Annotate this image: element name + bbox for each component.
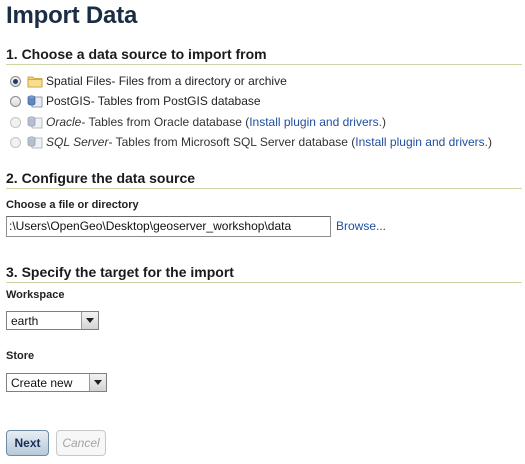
section-heading-configure: 2. Configure the data source (6, 170, 522, 189)
source-desc: - Tables from PostGIS database (90, 94, 261, 108)
page-title: Import Data (6, 2, 138, 29)
source-name: Oracle (46, 115, 82, 129)
source-option-sql-server: SQL Server - Tables from Microsoft SQL S… (10, 133, 492, 151)
section-heading-target: 3. Specify the target for the import (6, 264, 522, 283)
file-field-label: Choose a file or directory (6, 199, 139, 211)
database-icon (27, 95, 43, 108)
next-button[interactable]: Next (6, 430, 49, 456)
section-heading-source: 1. Choose a data source to import from (6, 46, 522, 65)
source-desc-close: ) (381, 115, 386, 129)
cancel-button: Cancel (56, 430, 106, 456)
source-name: SQL Server (46, 135, 109, 149)
install-plugin-link[interactable]: Install plugin and drivers. (249, 115, 382, 129)
source-desc: - Tables from Oracle database ( (81, 115, 250, 129)
workspace-label: Workspace (6, 289, 65, 301)
source-name: Spatial Files (46, 74, 112, 88)
database-icon (27, 136, 43, 149)
database-icon (27, 116, 43, 129)
workspace-select-value: earth (11, 313, 39, 328)
radio-oracle (10, 116, 21, 128)
source-option-postgis[interactable]: PostGIS - Tables from PostGIS database (10, 92, 261, 110)
store-select[interactable]: Create new (6, 373, 107, 392)
chevron-down-icon[interactable] (81, 312, 98, 329)
store-select-value: Create new (11, 375, 73, 390)
source-option-spatial-files[interactable]: Spatial Files - Files from a directory o… (10, 72, 287, 90)
browse-link[interactable]: Browse... (336, 219, 386, 233)
store-label: Store (6, 350, 35, 362)
workspace-select[interactable]: earth (6, 311, 99, 330)
source-desc: - Tables from Microsoft SQL Server datab… (108, 135, 356, 149)
radio-postgis[interactable] (10, 95, 21, 107)
folder-icon (27, 76, 43, 88)
source-desc: - Files from a directory or archive (111, 74, 287, 88)
radio-spatial-files[interactable] (10, 75, 21, 87)
file-path-input[interactable]: :\Users\OpenGeo\Desktop\geoserver_worksh… (6, 216, 331, 237)
source-name: PostGIS (46, 94, 91, 108)
install-plugin-link[interactable]: Install plugin and drivers. (355, 135, 488, 149)
chevron-down-icon[interactable] (89, 374, 106, 391)
source-option-oracle: Oracle - Tables from Oracle database (In… (10, 113, 386, 131)
radio-sql-server (10, 136, 21, 148)
source-desc-close: ) (488, 135, 492, 149)
